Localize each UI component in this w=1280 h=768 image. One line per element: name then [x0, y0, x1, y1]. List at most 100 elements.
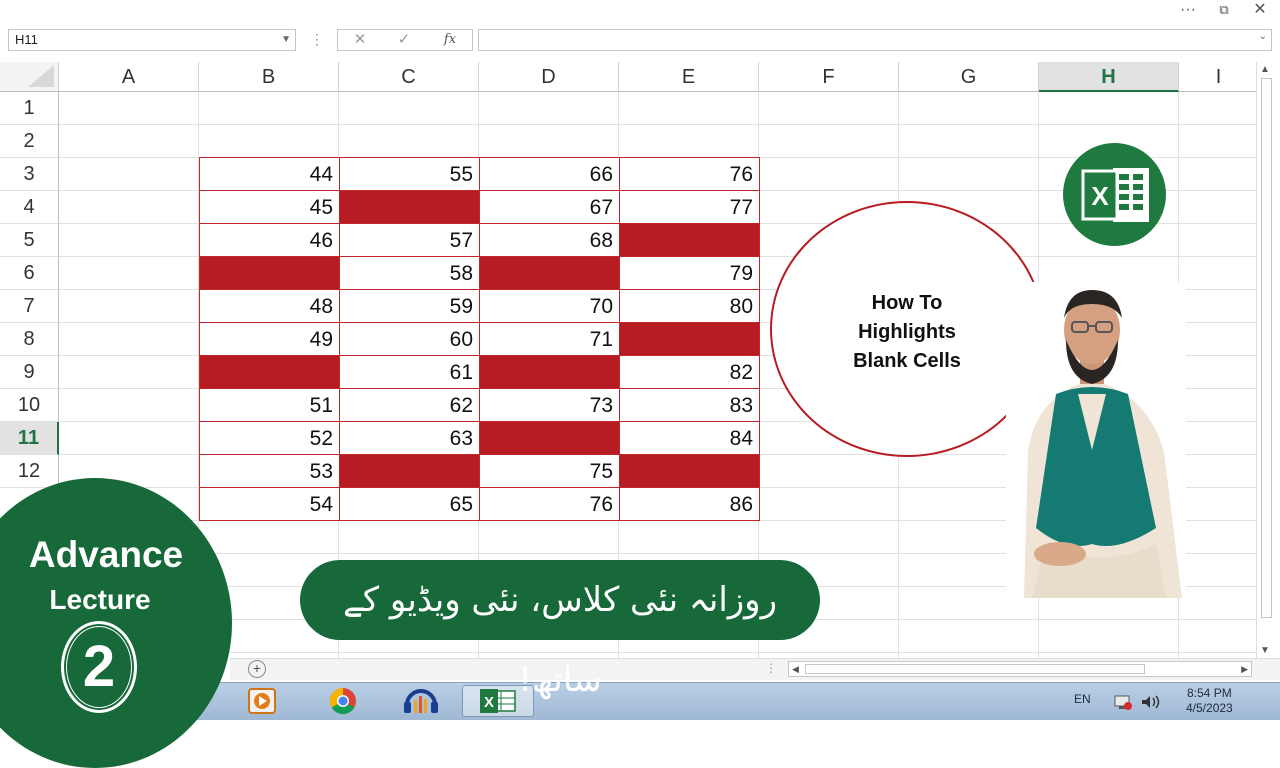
data-cell[interactable]: 65	[339, 487, 480, 521]
row-header-3[interactable]: 3	[0, 158, 59, 191]
highlighted-blank-cell[interactable]	[339, 190, 480, 224]
data-cell[interactable]: 83	[619, 388, 760, 422]
data-cell[interactable]: 60	[339, 322, 480, 356]
horizontal-scrollbar[interactable]: ◀ ▶	[788, 661, 1252, 677]
column-header-b[interactable]: B	[199, 62, 339, 92]
add-sheet-icon[interactable]: +	[248, 660, 266, 678]
enter-icon[interactable]: ✓	[390, 30, 418, 50]
restore-window-icon[interactable]: ⧉	[1211, 0, 1237, 22]
column-header-c[interactable]: C	[339, 62, 479, 92]
column-header-a[interactable]: A	[59, 62, 199, 92]
data-cell[interactable]: 63	[339, 421, 480, 455]
data-cell[interactable]: 66	[479, 157, 620, 191]
row-header-11[interactable]: 11	[0, 422, 59, 455]
more-options-icon[interactable]: ···	[1175, 0, 1201, 22]
clock[interactable]: 8:54 PM 4/5/2023	[1186, 686, 1233, 716]
scroll-up-icon[interactable]: ▲	[1260, 64, 1270, 75]
data-cell[interactable]: 76	[619, 157, 760, 191]
data-cell[interactable]: 86	[619, 487, 760, 521]
row-header-10[interactable]: 10	[0, 389, 59, 422]
vertical-scroll-thumb[interactable]	[1261, 78, 1272, 618]
data-cell[interactable]: 68	[479, 223, 620, 257]
data-cell[interactable]: 44	[199, 157, 340, 191]
data-cell[interactable]: 46	[199, 223, 340, 257]
name-box[interactable]: H11 ▼	[8, 29, 296, 51]
network-icon[interactable]	[1114, 695, 1132, 710]
data-cell[interactable]: 82	[619, 355, 760, 389]
data-cell[interactable]: 57	[339, 223, 480, 257]
column-header-f[interactable]: F	[759, 62, 899, 92]
data-cell[interactable]: 55	[339, 157, 480, 191]
taskbar-audio-editor[interactable]	[389, 685, 453, 717]
highlighted-blank-cell[interactable]	[199, 256, 340, 290]
highlighted-blank-cell[interactable]	[479, 355, 620, 389]
column-header-i[interactable]: I	[1179, 62, 1256, 92]
close-window-icon[interactable]: ✕	[1247, 0, 1273, 22]
splitter-icon[interactable]: ⋮	[765, 661, 777, 675]
formula-input[interactable]: ⌄	[478, 29, 1272, 51]
title-line-1: How To	[871, 292, 943, 314]
column-header-e[interactable]: E	[619, 62, 759, 92]
highlighted-blank-cell[interactable]	[619, 322, 760, 356]
taskbar-media-player[interactable]	[230, 685, 294, 717]
column-header-h[interactable]: H	[1039, 62, 1179, 92]
scroll-right-icon[interactable]: ▶	[1241, 662, 1248, 676]
tray-icons	[1114, 695, 1160, 710]
select-all-corner[interactable]	[0, 62, 59, 92]
urdu-banner-text: روزانہ نئی کلاس، نئی ویڈیو کے ساتھ!	[342, 580, 778, 700]
excel-logo-icon: X	[1063, 143, 1166, 246]
row-header-8[interactable]: 8	[0, 323, 59, 356]
data-cell[interactable]: 77	[619, 190, 760, 224]
horizontal-scroll-thumb[interactable]	[805, 664, 1145, 674]
row-header-7[interactable]: 7	[0, 290, 59, 323]
data-cell[interactable]: 45	[199, 190, 340, 224]
data-cell[interactable]: 62	[339, 388, 480, 422]
taskbar-chrome[interactable]	[311, 685, 375, 717]
highlighted-blank-cell[interactable]	[619, 223, 760, 257]
clock-time: 8:54 PM	[1187, 686, 1232, 700]
row-header-5[interactable]: 5	[0, 224, 59, 257]
column-header-g[interactable]: G	[899, 62, 1039, 92]
row-header-1[interactable]: 1	[0, 92, 59, 125]
cancel-icon[interactable]: ✕	[346, 30, 374, 50]
data-cell[interactable]: 58	[339, 256, 480, 290]
data-cell[interactable]: 59	[339, 289, 480, 323]
chevron-down-icon[interactable]: ▼	[281, 30, 291, 50]
drag-handle-icon[interactable]: ⋮	[310, 32, 324, 46]
data-cell[interactable]: 84	[619, 421, 760, 455]
highlighted-blank-cell[interactable]	[479, 421, 620, 455]
row-header-9[interactable]: 9	[0, 356, 59, 389]
input-language[interactable]: EN	[1074, 692, 1091, 706]
data-cell[interactable]: 75	[479, 454, 620, 488]
data-cell[interactable]: 49	[199, 322, 340, 356]
data-cell[interactable]: 48	[199, 289, 340, 323]
data-cell[interactable]: 52	[199, 421, 340, 455]
column-header-d[interactable]: D	[479, 62, 619, 92]
highlighted-blank-cell[interactable]	[619, 454, 760, 488]
data-cell[interactable]: 70	[479, 289, 620, 323]
scroll-down-icon[interactable]: ▼	[1260, 645, 1270, 656]
data-cell[interactable]: 80	[619, 289, 760, 323]
data-cell[interactable]: 79	[619, 256, 760, 290]
data-cell[interactable]: 76	[479, 487, 620, 521]
row-header-4[interactable]: 4	[0, 191, 59, 224]
data-cell[interactable]: 53	[199, 454, 340, 488]
highlighted-blank-cell[interactable]	[479, 256, 620, 290]
expand-formula-icon[interactable]: ⌄	[1259, 31, 1267, 42]
data-cell[interactable]: 67	[479, 190, 620, 224]
data-cell[interactable]: 73	[479, 388, 620, 422]
data-cell[interactable]: 61	[339, 355, 480, 389]
highlighted-blank-cell[interactable]	[339, 454, 480, 488]
row-header-2[interactable]: 2	[0, 125, 59, 158]
volume-icon[interactable]	[1142, 695, 1160, 709]
vertical-scrollbar[interactable]: ▲ ▼	[1256, 62, 1276, 660]
data-cell[interactable]: 54	[199, 487, 340, 521]
row-header-6[interactable]: 6	[0, 257, 59, 290]
highlighted-blank-cell[interactable]	[199, 355, 340, 389]
row-header-12[interactable]: 12	[0, 455, 59, 488]
data-cell[interactable]: 51	[199, 388, 340, 422]
data-cell[interactable]: 71	[479, 322, 620, 356]
scroll-left-icon[interactable]: ◀	[792, 662, 799, 676]
formula-buttons: ✕ ✓ fx	[337, 29, 473, 51]
insert-function-icon[interactable]: fx	[436, 30, 464, 50]
